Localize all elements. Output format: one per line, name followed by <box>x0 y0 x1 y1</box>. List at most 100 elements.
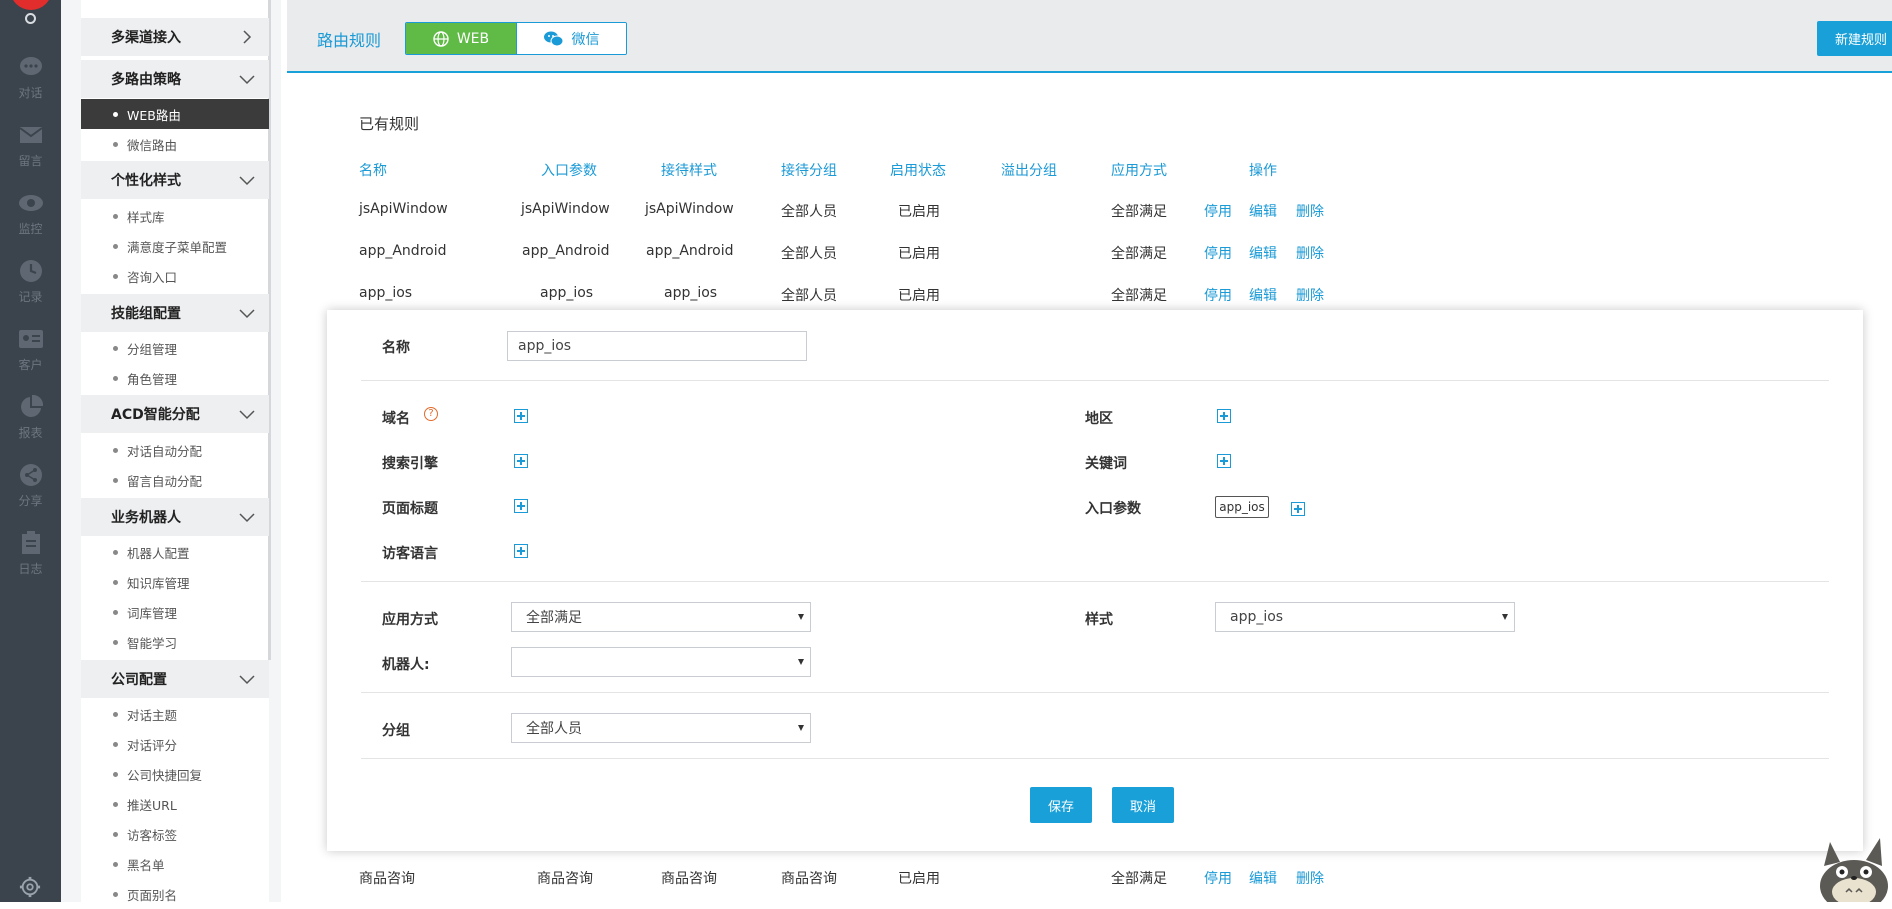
divider <box>361 758 1829 759</box>
add-page-title-plus-icon[interactable] <box>514 499 528 513</box>
sidebar-section-multichannel[interactable]: 多渠道接入 <box>81 18 269 56</box>
sidebar-section-routing[interactable]: 多路由策略 <box>81 60 269 98</box>
rail-label: 客户 <box>18 358 43 372</box>
sidebar-item-knowledge-base[interactable]: 知识库管理 <box>81 567 269 597</box>
channel-tabs: WEB 微信 <box>405 22 627 55</box>
sidebar-item-push-url[interactable]: 推送URL <box>81 789 269 819</box>
add-domain-plus-icon[interactable] <box>514 409 528 423</box>
column-header: 接待分组 <box>781 163 837 179</box>
rail-item-reports[interactable]: 报表 <box>0 392 61 452</box>
sidebar-section-company[interactable]: 公司配置 <box>81 660 269 698</box>
new-rule-button[interactable]: 新建规则 <box>1817 21 1892 56</box>
sidebar-item-chat-topic[interactable]: 对话主题 <box>81 699 269 729</box>
sidebar-item-web-routing[interactable]: WEB路由 <box>81 99 269 129</box>
sidebar-item-quick-reply[interactable]: 公司快捷回复 <box>81 759 269 789</box>
rail-item-message[interactable]: 留言 <box>0 120 61 180</box>
robot-label: 机器人: <box>382 657 430 673</box>
cell-name: app_ios <box>359 285 413 301</box>
sidebar-item-group-management[interactable]: 分组管理 <box>81 333 269 363</box>
disable-link[interactable]: 停用 <box>1204 868 1232 888</box>
edit-link[interactable]: 编辑 <box>1249 285 1277 305</box>
sidebar-section-robot[interactable]: 业务机器人 <box>81 498 269 536</box>
cell-name: 商品咨询 <box>359 871 415 887</box>
sidebar-item-chat-rating[interactable]: 对话评分 <box>81 729 269 759</box>
globe-icon <box>433 30 449 47</box>
sidebar-item-message-auto-assign[interactable]: 留言自动分配 <box>81 465 269 495</box>
delete-link[interactable]: 删除 <box>1296 868 1324 888</box>
caret-down-icon <box>798 725 804 731</box>
entry-param-tag[interactable]: app_ios <box>1215 496 1269 518</box>
sidebar-item-role-management[interactable]: 角色管理 <box>81 363 269 393</box>
tab-wechat[interactable]: 微信 <box>516 23 626 54</box>
select-value: app_ios <box>1230 609 1284 625</box>
apply-mode-select[interactable]: 全部满足 <box>511 602 811 632</box>
group-select[interactable]: 全部人员 <box>511 713 811 743</box>
add-search-engine-plus-icon[interactable] <box>514 454 528 468</box>
select-value: 全部满足 <box>526 610 582 626</box>
cell-param: 商品咨询 <box>537 871 593 887</box>
column-header: 接待样式 <box>661 163 717 179</box>
add-entry-param-plus-icon[interactable] <box>1291 502 1305 516</box>
disable-link[interactable]: 停用 <box>1204 285 1232 305</box>
sidebar-section-skill-group[interactable]: 技能组配置 <box>81 294 269 332</box>
wechat-icon <box>543 31 563 46</box>
sidebar-section-style[interactable]: 个性化样式 <box>81 161 269 199</box>
rule-name-input[interactable]: app_ios <box>507 331 807 361</box>
gear-icon[interactable] <box>19 876 41 898</box>
region-label: 地区 <box>1085 411 1113 427</box>
rail-item-monitor[interactable]: 监控 <box>0 188 61 248</box>
rail-label: 留言 <box>18 154 43 168</box>
visitor-language-label: 访客语言 <box>382 546 438 562</box>
rail-item-share[interactable]: 分享 <box>0 460 61 520</box>
sidebar-item-robot-config[interactable]: 机器人配置 <box>81 537 269 567</box>
add-keyword-plus-icon[interactable] <box>1217 454 1231 468</box>
rail-item-records[interactable]: 记录 <box>0 256 61 316</box>
robot-select[interactable] <box>511 647 811 677</box>
help-icon[interactable]: ? <box>424 407 438 421</box>
sidebar-item-blacklist[interactable]: 黑名单 <box>81 849 269 879</box>
disable-link[interactable]: 停用 <box>1204 243 1232 263</box>
delete-link[interactable]: 删除 <box>1296 243 1324 263</box>
divider <box>361 692 1829 693</box>
add-region-plus-icon[interactable] <box>1217 409 1231 423</box>
search-engine-label: 搜索引擎 <box>382 456 438 472</box>
sidebar-item-consult-entry[interactable]: 咨询入口 <box>81 261 269 291</box>
delete-link[interactable]: 删除 <box>1296 285 1324 305</box>
entry-param-label: 入口参数 <box>1085 501 1141 517</box>
rules-section-title: 已有规则 <box>359 115 420 133</box>
sidebar-item-visitor-tags[interactable]: 访客标签 <box>81 819 269 849</box>
rail-label: 日志 <box>18 562 43 576</box>
edit-link[interactable]: 编辑 <box>1249 201 1277 221</box>
save-button[interactable]: 保存 <box>1030 787 1092 823</box>
disable-link[interactable]: 停用 <box>1204 201 1232 221</box>
sidebar-item-chat-auto-assign[interactable]: 对话自动分配 <box>81 435 269 465</box>
caret-down-icon <box>1502 614 1508 620</box>
column-header: 操作 <box>1249 163 1277 179</box>
sidebar-item-smart-learning[interactable]: 智能学习 <box>81 627 269 657</box>
page-title-label: 页面标题 <box>382 501 438 517</box>
column-header: 应用方式 <box>1111 163 1167 179</box>
rail-item-logs[interactable]: 日志 <box>0 528 61 588</box>
rail-item-chat[interactable]: 对话 <box>0 52 61 112</box>
mascot-icon[interactable] <box>1810 836 1892 902</box>
sidebar-item-wechat-routing[interactable]: 微信路由 <box>81 129 269 159</box>
brand-logo[interactable] <box>10 0 52 10</box>
sidebar-item-page-alias[interactable]: 页面别名 <box>81 879 269 909</box>
rail-label: 监控 <box>18 222 43 236</box>
edit-link[interactable]: 编辑 <box>1249 243 1277 263</box>
caret-down-icon <box>798 659 804 665</box>
sidebar-section-acd[interactable]: ACD智能分配 <box>81 395 269 433</box>
clock-icon <box>19 260 42 282</box>
cell-apply: 全部满足 <box>1111 204 1167 220</box>
rail-item-customers[interactable]: 客户 <box>0 324 61 384</box>
tab-web[interactable]: WEB <box>406 23 516 54</box>
cancel-button[interactable]: 取消 <box>1112 787 1174 823</box>
sidebar-item-style-library[interactable]: 样式库 <box>81 201 269 231</box>
add-visitor-language-plus-icon[interactable] <box>514 544 528 558</box>
style-select[interactable]: app_ios <box>1215 602 1515 632</box>
sidebar-item-lexicon[interactable]: 词库管理 <box>81 597 269 627</box>
delete-link[interactable]: 删除 <box>1296 201 1324 221</box>
sidebar-item-satisfaction-menu[interactable]: 满意度子菜单配置 <box>81 231 269 261</box>
cell-name: app_Android <box>359 243 447 259</box>
edit-link[interactable]: 编辑 <box>1249 868 1277 888</box>
